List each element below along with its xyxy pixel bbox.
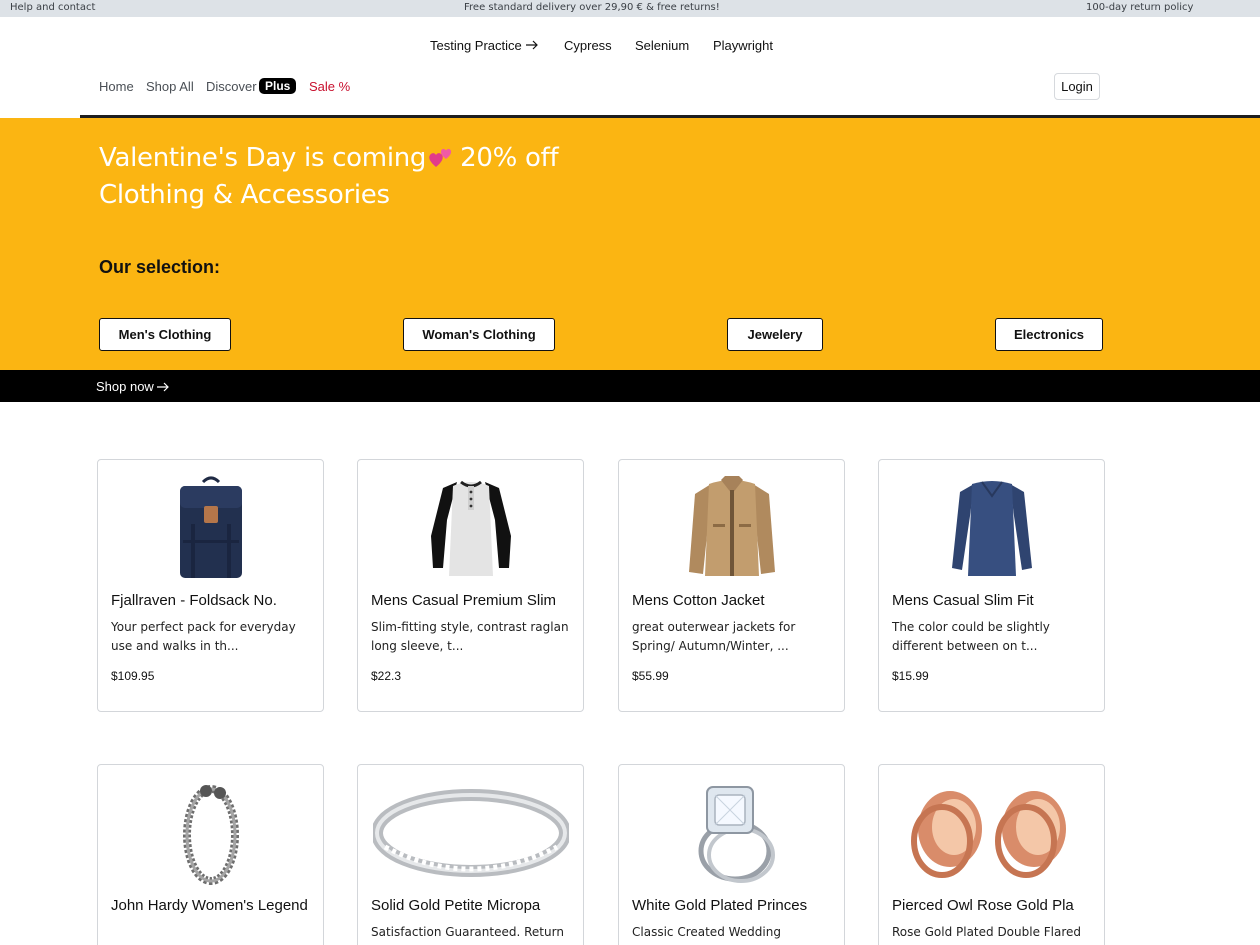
product-image-bracelet	[98, 781, 323, 885]
product-price: $15.99	[892, 669, 929, 683]
product-description: great outerwear jackets for Spring/ Autu…	[632, 620, 796, 653]
framework-nav: Testing Practice Cypress Selenium Playwr…	[0, 38, 1260, 54]
selection-heading: Our selection:	[99, 257, 221, 277]
shop-now-label: Shop now	[96, 379, 154, 394]
product-card[interactable]: Solid Gold Petite Micropa Satisfaction G…	[357, 764, 584, 945]
info-bar: Help and contact Free standard delivery …	[0, 0, 1260, 17]
category-electronics-button[interactable]: Electronics	[995, 318, 1103, 351]
category-mens-clothing-button[interactable]: Men's Clothing	[99, 318, 231, 351]
product-title[interactable]: Pierced Owl Rose Gold Pla	[892, 896, 1097, 915]
nav-shop-all[interactable]: Shop All	[146, 79, 194, 94]
product-card[interactable]: Fjallraven - Foldsack No. Your perfect p…	[97, 459, 324, 712]
plus-badge[interactable]: Plus	[259, 78, 297, 94]
testing-practice-label: Testing Practice	[430, 38, 522, 53]
product-price: $55.99	[632, 669, 669, 683]
playwright-link[interactable]: Playwright	[713, 38, 773, 53]
category-jewelery-button[interactable]: Jewelery	[727, 318, 823, 351]
shop-now-bar: Shop now	[0, 370, 1260, 402]
product-card[interactable]: John Hardy Women's Legend	[97, 764, 324, 945]
product-description: Your perfect pack for everyday use and w…	[111, 620, 296, 653]
hero-banner: Valentine's Day is coming 20% off Clothin…	[0, 118, 1260, 370]
product-description: Classic Created Wedding	[632, 925, 781, 939]
product-description: Slim-fitting style, contrast raglan long…	[371, 620, 569, 653]
product-image-ear-tunnels	[879, 781, 1104, 885]
arrow-right-icon	[157, 382, 170, 392]
two-hearts-icon	[429, 148, 452, 167]
product-card[interactable]: Mens Casual Premium Slim Slim-fitting st…	[357, 459, 584, 712]
hero-title: Valentine's Day is coming 20% off Clothin…	[99, 140, 569, 214]
hero-title-part1: Valentine's Day is coming	[99, 143, 427, 173]
product-title[interactable]: Fjallraven - Foldsack No.	[111, 591, 316, 610]
product-card[interactable]: Pierced Owl Rose Gold Pla Rose Gold Plat…	[878, 764, 1105, 945]
return-policy-notice: 100-day return policy	[1086, 2, 1194, 13]
product-price: $22.3	[371, 669, 402, 683]
product-image-jacket	[619, 476, 844, 580]
delivery-notice: Free standard delivery over 29,90 € & fr…	[464, 2, 720, 13]
product-title[interactable]: Mens Casual Premium Slim	[371, 591, 576, 610]
product-description: Satisfaction Guaranteed. Return or	[371, 925, 564, 945]
nav-discover[interactable]: Discover	[206, 79, 257, 94]
product-title[interactable]: John Hardy Women's Legend	[111, 896, 316, 915]
product-card[interactable]: Mens Cotton Jacket great outerwear jacke…	[618, 459, 845, 712]
nav-home[interactable]: Home	[99, 79, 134, 94]
product-image-backpack	[98, 476, 323, 580]
product-card[interactable]: White Gold Plated Princes Classic Create…	[618, 764, 845, 945]
help-contact-link[interactable]: Help and contact	[10, 2, 95, 13]
login-button[interactable]: Login	[1054, 73, 1100, 100]
product-card[interactable]: Mens Casual Slim Fit The color could be …	[878, 459, 1105, 712]
product-image-engagement-ring	[619, 781, 844, 885]
product-title[interactable]: Mens Casual Slim Fit	[892, 591, 1097, 610]
product-description: Rose Gold Plated Double Flared	[892, 925, 1082, 939]
hero-title-line2: Clothing & Accessories	[99, 180, 390, 210]
hero-title-part2: 20% off	[460, 143, 559, 173]
arrow-right-icon	[525, 40, 538, 50]
product-image-ring-band	[358, 781, 583, 885]
selenium-link[interactable]: Selenium	[635, 38, 689, 53]
category-womens-clothing-button[interactable]: Woman's Clothing	[403, 318, 555, 351]
product-description: The color could be slightly different be…	[892, 620, 1050, 653]
product-image-raglan-shirt	[358, 476, 583, 580]
product-image-long-sleeve-shirt	[879, 476, 1104, 580]
product-title[interactable]: Solid Gold Petite Micropa	[371, 896, 576, 915]
nav-sale[interactable]: Sale %	[309, 79, 350, 94]
cypress-link[interactable]: Cypress	[564, 38, 612, 53]
shop-now-link[interactable]: Shop now	[96, 379, 170, 394]
product-title[interactable]: White Gold Plated Princes	[632, 896, 837, 915]
testing-practice-link[interactable]: Testing Practice	[430, 38, 539, 53]
product-price: $109.95	[111, 669, 155, 683]
product-title[interactable]: Mens Cotton Jacket	[632, 591, 837, 610]
